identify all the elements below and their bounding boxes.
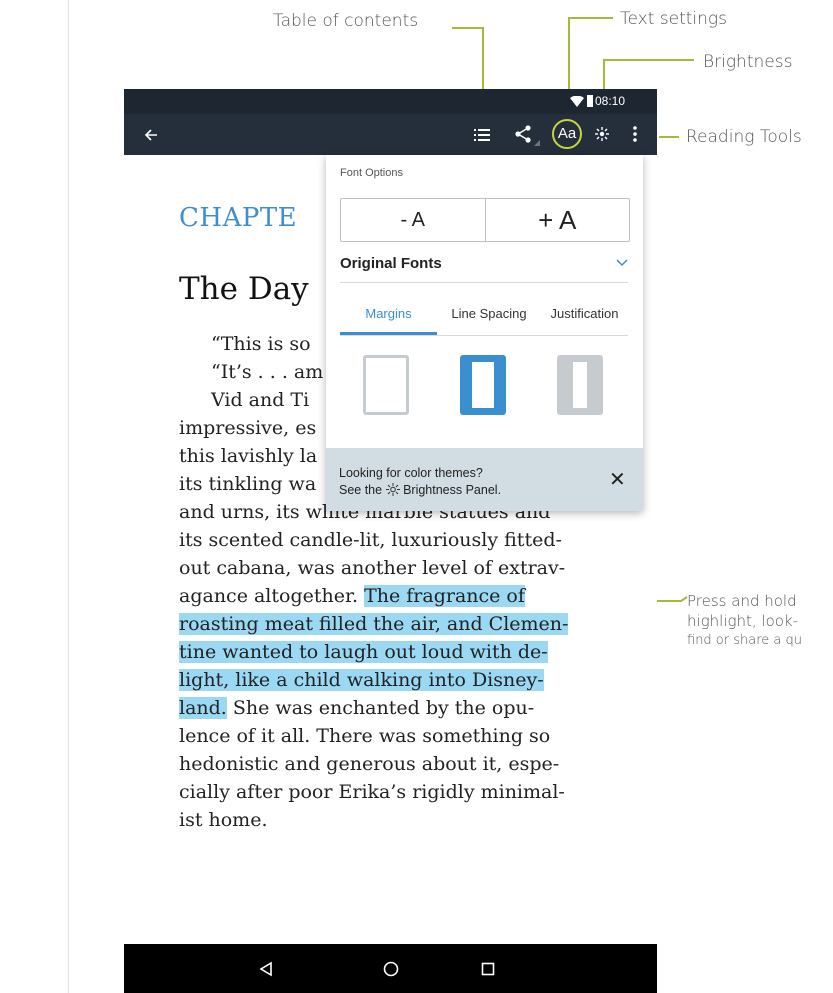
highlighted-text[interactable]: light, like a child walking into Disney- (179, 669, 544, 691)
text-line: land. She was enchanted by the opu- (179, 694, 609, 722)
banner-link[interactable]: Brightness Panel. (403, 483, 501, 497)
callout-text-settings: Text settings (620, 9, 727, 29)
callout-table-of-contents: Table of contents (273, 11, 419, 31)
battery-icon (587, 95, 593, 107)
callout-brightness: Brightness (703, 52, 793, 72)
highlighted-text[interactable]: land. (179, 697, 227, 719)
status-bar: 08:10 (124, 89, 657, 114)
color-themes-banner: Looking for color themes? See the Bright… (326, 448, 643, 511)
banner-prefix: See the (339, 483, 383, 497)
margin-medium-page (472, 362, 494, 408)
chevron-down-icon (616, 259, 628, 267)
text-line: light, like a child walking into Disney- (179, 666, 609, 694)
chapter-title: The Day (179, 271, 309, 307)
tab-line-spacing[interactable]: Line Spacing (437, 295, 541, 335)
callout-press-hold-2: highlight, look- (687, 612, 799, 630)
font-select-value: Original Fonts (340, 255, 442, 272)
decrease-font-button[interactable]: - A (341, 199, 485, 241)
highlighted-text[interactable]: The fragrance of (364, 585, 525, 607)
text-line: ist home. (179, 809, 268, 831)
callout-reading-tools: Reading Tools (686, 127, 802, 147)
increase-font-button[interactable]: + A (484, 199, 630, 241)
text-line: its scented candle-lit, luxuriously fitt… (179, 529, 562, 551)
spacing-tabs: Margins Line Spacing Justification (340, 295, 628, 336)
recents-square-icon[interactable] (481, 962, 495, 976)
close-banner-button[interactable]: ✕ (609, 467, 626, 492)
highlighted-text[interactable]: tine wanted to laugh out loud with de- (179, 641, 548, 663)
wifi-icon (570, 96, 584, 107)
home-circle-icon[interactable] (383, 961, 399, 977)
tab-justification[interactable]: Justification (541, 295, 628, 335)
system-nav-bar (124, 944, 657, 993)
share-icon[interactable] (514, 125, 542, 147)
table-of-contents-icon[interactable] (474, 129, 490, 141)
status-time: 08:10 (595, 94, 626, 108)
text-segment: She was enchanted by the opu- (232, 697, 535, 719)
text-line: out cabana, was another level of extrav- (179, 557, 566, 579)
margin-medium-option[interactable] (460, 355, 506, 415)
back-arrow-icon[interactable] (144, 128, 158, 142)
callout-press-hold-3: find or share a qu (687, 633, 803, 648)
font-family-select[interactable]: Original Fonts (340, 255, 628, 283)
callout-press-hold-1: Press and hold (687, 592, 797, 610)
font-options-label: Font Options (340, 167, 403, 179)
brightness-icon[interactable] (594, 126, 610, 142)
text-line: cially after poor Erika’s rigidly minima… (179, 781, 565, 803)
text-segment: agance altogether. (179, 585, 359, 607)
text-line: agance altogether. The fragrance of (179, 582, 609, 610)
highlighted-text[interactable]: roasting meat filled the air, and Clemen… (179, 613, 569, 635)
margin-narrow-page (573, 362, 587, 408)
phone-screen: 08:10 Aa CHAPTE The Day “This is so “It’ (124, 89, 657, 993)
back-triangle-icon[interactable] (259, 961, 273, 977)
brightness-icon (385, 483, 400, 496)
tab-margins[interactable]: Margins (340, 295, 437, 335)
text-line: tine wanted to laugh out loud with de- (179, 638, 609, 666)
chapter-heading: CHAPTE (179, 203, 298, 233)
banner-line-1: Looking for color themes? (339, 466, 483, 480)
font-size-control: - A + A (340, 198, 630, 242)
banner-line-2: See the Brightness Panel. (339, 483, 501, 497)
text-settings-panel: Font Options - A + A Original Fonts Marg… (326, 155, 643, 511)
text-settings-button[interactable]: Aa (552, 119, 582, 149)
text-line: hedonistic and generous about it, espe- (179, 753, 560, 775)
margin-wide-option[interactable] (363, 355, 409, 415)
text-line: roasting meat filled the air, and Clemen… (179, 610, 609, 638)
more-vert-icon[interactable] (632, 126, 638, 142)
margin-narrow-option[interactable] (557, 355, 603, 415)
app-bar: Aa (124, 114, 657, 155)
text-line: lence of it all. There was something so (179, 725, 551, 747)
